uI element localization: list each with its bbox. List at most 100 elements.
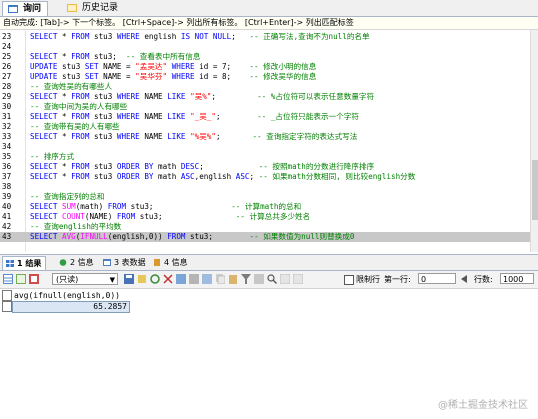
code-token: FROM xyxy=(167,232,186,241)
code-token: -- 查询姓吴的有哪些人 xyxy=(30,82,113,91)
code-token: stu3; xyxy=(185,232,250,241)
save-icon[interactable] xyxy=(124,274,134,284)
code-line[interactable]: 23 SELECT * FROM stu3 WHERE english IS NO… xyxy=(0,32,530,42)
code-text: -- 查询指定列的总和 xyxy=(30,192,104,202)
text-view-icon[interactable] xyxy=(29,274,39,284)
info-icon xyxy=(59,259,67,266)
code-line[interactable]: 28 -- 查询姓吴的有哪些人 xyxy=(0,82,530,92)
sort-icon[interactable] xyxy=(254,274,264,284)
cell-avg-value[interactable]: 65.2857 xyxy=(12,301,130,313)
grid-view-icon[interactable] xyxy=(3,274,13,284)
line-number: 43 xyxy=(2,232,12,241)
line-number: 23 xyxy=(2,32,12,41)
code-line[interactable]: 24 xyxy=(0,42,530,52)
code-token: ORDER BY xyxy=(116,172,154,181)
code-line[interactable]: 26 UPDATE stu3 SET NAME = "孟吴达" WHERE id … xyxy=(0,62,530,72)
readonly-select[interactable]: (只读) ▼ xyxy=(52,273,118,285)
tab-result-1[interactable]: 1 结果 xyxy=(2,256,47,270)
code-token: -- 排序方式 xyxy=(30,152,75,161)
find-icon[interactable] xyxy=(267,274,277,284)
code-line[interactable]: 35 -- 排序方式 xyxy=(0,152,530,162)
settings-icon[interactable] xyxy=(293,274,303,284)
code-token: -- 查询指定列的总和 xyxy=(30,192,105,201)
tab-table-data-3[interactable]: 3 表数据 xyxy=(100,256,150,269)
code-line[interactable]: 43 SELECT AVG(IFNULL(english,0)) FROM stu… xyxy=(0,232,530,242)
code-line[interactable]: 39 -- 查询指定列的总和 xyxy=(0,192,530,202)
table-row[interactable]: 65.2857 xyxy=(0,301,140,313)
undo-icon[interactable] xyxy=(202,274,212,284)
code-token: "孟吴达" xyxy=(135,62,168,71)
watermark: @稀土掘金技术社区 xyxy=(438,400,528,411)
tab-info-4[interactable]: 4 信息 xyxy=(150,256,192,269)
line-number: 39 xyxy=(2,192,12,201)
code-line[interactable]: 41 SELECT COUNT(NAME) FROM stu3; -- 计算总共多… xyxy=(0,212,530,222)
refresh-icon[interactable] xyxy=(150,274,160,284)
code-line[interactable]: 36 SELECT * FROM stu3 ORDER BY math DESC;… xyxy=(0,162,530,172)
line-number: 37 xyxy=(2,172,12,181)
row-select-checkbox[interactable] xyxy=(2,301,12,312)
first-row-input[interactable]: 0 xyxy=(418,273,456,284)
previous-page-icon[interactable] xyxy=(459,274,469,284)
code-token: ; xyxy=(231,32,250,41)
rows-input[interactable]: 1000 xyxy=(500,273,534,284)
scrollbar-thumb[interactable] xyxy=(532,160,538,220)
form-view-icon[interactable] xyxy=(16,274,26,284)
code-text: SELECT * FROM stu3 WHERE NAME LIKE "_吴_"… xyxy=(30,112,359,122)
code-line[interactable]: 31 SELECT * FROM stu3 WHERE NAME LIKE "_吴… xyxy=(0,112,530,122)
column-header-avg[interactable]: avg(ifnull(english,0)) xyxy=(14,290,120,301)
code-text: SELECT * FROM stu3 WHERE english IS NOT … xyxy=(30,32,370,42)
paste-icon[interactable] xyxy=(228,274,238,284)
code-text: SELECT * FROM stu3 WHERE NAME LIKE "%吴%"… xyxy=(30,132,357,142)
code-token: -- 修改小明的信息 xyxy=(249,62,317,71)
code-token: LIKE xyxy=(167,132,186,141)
code-line[interactable]: 37 SELECT * FROM stu3 ORDER BY math ASC,e… xyxy=(0,172,530,182)
export-icon[interactable] xyxy=(137,274,147,284)
code-line[interactable]: 32 -- 查询带有吴的人有哪些 xyxy=(0,122,530,132)
tab-result-1-label: 1 结果 xyxy=(17,259,42,268)
zoom-icon[interactable] xyxy=(280,274,290,284)
code-line[interactable]: 40 SELECT SUM(math) FROM stu3; -- 计算math的… xyxy=(0,202,530,212)
tab-info-2[interactable]: 2 信息 xyxy=(56,256,98,269)
code-line[interactable]: 33 SELECT * FROM stu3 WHERE NAME LIKE "%吴… xyxy=(0,132,530,142)
code-token: SUM xyxy=(62,202,76,211)
select-all-checkbox[interactable] xyxy=(2,290,12,301)
code-line[interactable]: 25 SELECT * FROM stu3; -- 查看表中所有信息 xyxy=(0,52,530,62)
code-text: SELECT * FROM stu3 ORDER BY math DESC; -… xyxy=(30,162,374,172)
code-line[interactable]: 30 -- 查询中间为吴的人有哪些 xyxy=(0,102,530,112)
code-text: SELECT * FROM stu3 WHERE NAME LIKE "吴%";… xyxy=(30,92,374,102)
code-token: SELECT xyxy=(30,172,58,181)
code-line[interactable]: 29 SELECT * FROM stu3 WHERE NAME LIKE "吴%… xyxy=(0,92,530,102)
code-token: math xyxy=(153,162,181,171)
code-token: -- 正确写法,查询不为null的名单 xyxy=(249,32,370,41)
limit-rows-checkbox[interactable] xyxy=(344,275,354,285)
code-line[interactable]: 34 xyxy=(0,142,530,152)
code-line[interactable]: 38 xyxy=(0,182,530,192)
tab-query[interactable]: 询问 xyxy=(2,1,49,16)
copy-icon[interactable] xyxy=(215,274,225,284)
tab-history[interactable]: 历史记录 xyxy=(62,1,124,15)
code-token: stu3 xyxy=(89,32,117,41)
filter-icon[interactable] xyxy=(241,274,251,284)
code-token: * xyxy=(57,32,72,41)
sql-editor[interactable]: 23 SELECT * FROM stu3 WHERE english IS NO… xyxy=(0,30,530,252)
grid-header-row: avg(ifnull(english,0)) xyxy=(0,289,140,301)
code-line[interactable]: 42 -- 查询english的平均数 xyxy=(0,222,530,232)
line-number: 25 xyxy=(2,52,12,61)
code-token: SELECT xyxy=(30,112,58,121)
history-icon xyxy=(67,4,77,12)
code-token: stu3 xyxy=(89,112,117,121)
code-token: -- 修改吴华的信息 xyxy=(249,72,317,81)
delete-row-icon[interactable] xyxy=(189,274,199,284)
code-token: SELECT xyxy=(30,202,58,211)
cancel-icon[interactable] xyxy=(163,274,173,284)
rows-label: 行数: xyxy=(474,275,493,284)
code-text: -- 查询带有吴的人有哪些 xyxy=(30,122,120,132)
code-line[interactable]: 27 UPDATE stu3 SET NAME = "吴华芬" WHERE id … xyxy=(0,72,530,82)
add-row-icon[interactable] xyxy=(176,274,186,284)
code-token: NAME = xyxy=(98,72,136,81)
code-token: -- 查看表中所有信息 xyxy=(126,52,201,61)
code-text: SELECT SUM(math) FROM stu3; -- 计算math的总和 xyxy=(30,202,301,212)
code-token: ,english xyxy=(194,172,236,181)
code-token: ; xyxy=(211,92,258,101)
editor-scrollbar[interactable] xyxy=(530,30,538,252)
